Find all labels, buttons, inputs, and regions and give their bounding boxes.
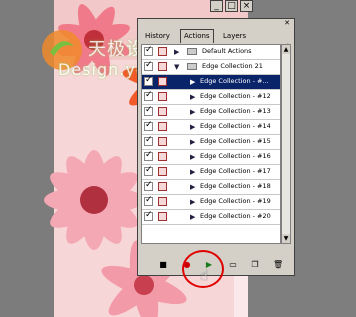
action-label: Edge Collection - #18 — [200, 182, 271, 190]
dialog-toggle-icon[interactable] — [158, 62, 167, 71]
toggle-checkbox[interactable] — [144, 105, 153, 116]
toggle-checkbox[interactable] — [144, 135, 153, 146]
window-controls: _ □ × — [210, 0, 253, 12]
new-action-icon[interactable]: ❐ — [251, 261, 259, 269]
action-label: Edge Collection - #20 — [200, 212, 271, 220]
action-label: Edge Collection - #14 — [200, 122, 271, 130]
new-set-icon[interactable]: ▭ — [229, 261, 237, 269]
toggle-checkbox[interactable] — [144, 45, 153, 56]
maximize-button[interactable]: □ — [225, 0, 238, 12]
action-label: Edge Collection - #12 — [200, 92, 271, 100]
dialog-toggle-icon[interactable] — [158, 107, 167, 116]
list-item-selected[interactable]: ▶ Edge Collection - #... — [142, 75, 280, 90]
scroll-down-icon[interactable]: ▼ — [282, 234, 290, 243]
toggle-checkbox[interactable] — [144, 60, 153, 71]
list-item[interactable]: ▶ Edge Collection - #20 — [142, 210, 280, 225]
expand-triangle-icon[interactable]: ▶ — [174, 49, 179, 56]
hand-cursor-icon: ☝ — [200, 268, 209, 284]
toggle-checkbox[interactable] — [144, 120, 153, 131]
list-scrollbar[interactable]: ▲ ▼ — [281, 44, 291, 244]
expand-triangle-icon[interactable]: ▶ — [190, 154, 195, 161]
list-item[interactable]: ▶ Edge Collection - #18 — [142, 180, 280, 195]
toggle-checkbox[interactable] — [144, 165, 153, 176]
action-label: Edge Collection - #19 — [200, 197, 271, 205]
actions-palette: ✕ History Actions Layers ▸ ▶ Default Act… — [137, 18, 295, 276]
folder-icon — [187, 48, 197, 55]
dialog-toggle-icon[interactable] — [158, 77, 167, 86]
action-label: Edge Collection - #17 — [200, 167, 271, 175]
palette-close-icon[interactable]: ✕ — [284, 19, 290, 27]
delete-icon[interactable]: 🗑 — [273, 261, 283, 269]
action-label: Edge Collection - #15 — [200, 137, 271, 145]
expand-triangle-icon[interactable]: ▶ — [190, 169, 195, 176]
dialog-toggle-icon[interactable] — [158, 137, 167, 146]
action-label: Edge Collection - #... — [200, 77, 269, 85]
list-item[interactable]: ▶ Edge Collection - #13 — [142, 105, 280, 120]
list-item[interactable]: ▶ Edge Collection - #15 — [142, 135, 280, 150]
expand-triangle-icon[interactable]: ▶ — [190, 94, 195, 101]
dialog-toggle-icon[interactable] — [158, 122, 167, 131]
tab-layers[interactable]: Layers — [220, 30, 249, 42]
collapse-triangle-icon[interactable]: ▼ — [174, 64, 179, 71]
dialog-toggle-icon[interactable] — [158, 197, 167, 206]
dialog-toggle-icon[interactable] — [158, 182, 167, 191]
dialog-toggle-icon[interactable] — [158, 167, 167, 176]
list-item[interactable]: ▶ Edge Collection - #16 — [142, 150, 280, 165]
dialog-toggle-icon[interactable] — [158, 47, 167, 56]
list-item[interactable]: ▶ Edge Collection - #12 — [142, 90, 280, 105]
expand-triangle-icon[interactable]: ▶ — [190, 199, 195, 206]
tab-actions[interactable]: Actions — [180, 29, 214, 43]
toggle-checkbox[interactable] — [144, 150, 153, 161]
toggle-checkbox[interactable] — [144, 90, 153, 101]
minimize-button[interactable]: _ — [210, 0, 223, 12]
expand-triangle-icon[interactable]: ▶ — [190, 214, 195, 221]
expand-triangle-icon[interactable]: ▶ — [190, 124, 195, 131]
action-label: Edge Collection - #13 — [200, 107, 271, 115]
palette-tabs: History Actions Layers ▸ — [138, 29, 294, 49]
dialog-toggle-icon[interactable] — [158, 212, 167, 221]
action-set-label: Default Actions — [202, 47, 252, 55]
stop-icon[interactable]: ■ — [159, 261, 167, 269]
toggle-checkbox[interactable] — [144, 180, 153, 191]
close-button[interactable]: × — [240, 0, 253, 12]
folder-icon — [187, 63, 197, 70]
toggle-checkbox[interactable] — [144, 195, 153, 206]
list-item[interactable]: ▶ Edge Collection - #14 — [142, 120, 280, 135]
list-item[interactable]: ▶ Edge Collection - #19 — [142, 195, 280, 210]
expand-triangle-icon[interactable]: ▶ — [190, 139, 195, 146]
dialog-toggle-icon[interactable] — [158, 92, 167, 101]
dialog-toggle-icon[interactable] — [158, 152, 167, 161]
action-label: Edge Collection - #16 — [200, 152, 271, 160]
list-item[interactable]: ▶ Default Actions — [142, 45, 280, 60]
toggle-checkbox[interactable] — [144, 210, 153, 221]
expand-triangle-icon[interactable]: ▶ — [190, 184, 195, 191]
action-set-label: Edge Collection 21 — [202, 62, 263, 70]
tab-history[interactable]: History — [142, 30, 173, 42]
actions-list: ▶ Default Actions ▼ Edge Collection 21 ▶… — [141, 44, 281, 244]
expand-triangle-icon[interactable]: ▶ — [190, 109, 195, 116]
list-item[interactable]: ▶ Edge Collection - #17 — [142, 165, 280, 180]
scroll-up-icon[interactable]: ▲ — [282, 45, 290, 54]
list-item[interactable]: ▼ Edge Collection 21 — [142, 60, 280, 75]
toggle-checkbox[interactable] — [144, 75, 153, 86]
expand-triangle-icon[interactable]: ▶ — [190, 79, 195, 86]
